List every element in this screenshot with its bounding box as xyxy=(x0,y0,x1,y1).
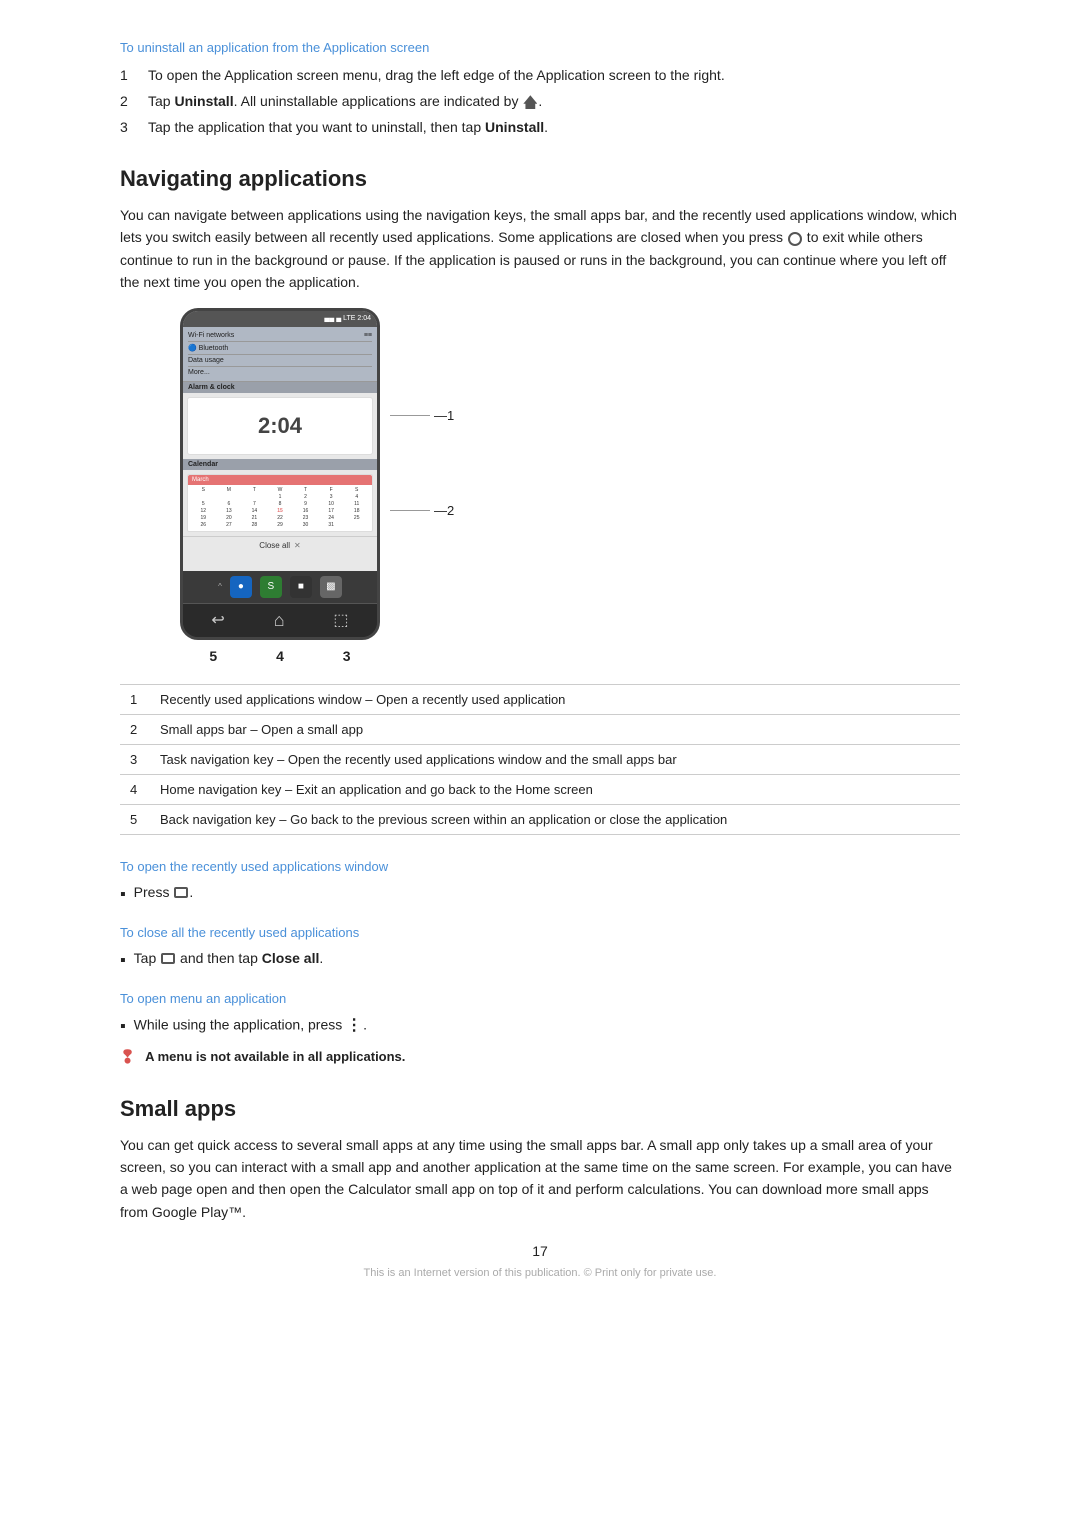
step-text-1: To open the Application screen menu, dra… xyxy=(148,65,725,86)
close-all-text-body: Tap and then tap Close all. xyxy=(134,948,324,969)
uninstall-section-link: To uninstall an application from the App… xyxy=(120,40,960,55)
settings-panel: Wi-Fi networks≡≡ 🔵 Bluetooth Data usage … xyxy=(183,327,377,382)
bullet-dot-2: ▪ xyxy=(120,949,126,973)
settings-row-data: Data usage xyxy=(188,355,372,367)
step-number-3: 3 xyxy=(120,117,138,138)
phone-numbers-row: 5 4 3 xyxy=(180,648,380,664)
close-all-bullet: ▪ Tap and then tap Close all. xyxy=(120,948,960,973)
desc-num-4: 4 xyxy=(120,774,150,804)
settings-row-wifi: Wi-Fi networks≡≡ xyxy=(188,330,372,342)
rect-icon-2 xyxy=(161,953,175,964)
phone-status-bar: ▄▄ ▄ LTE 2:04 xyxy=(183,311,377,327)
desc-text-4: Home navigation key – Exit an applicatio… xyxy=(150,774,960,804)
uninstall-step-3: 3 Tap the application that you want to u… xyxy=(120,117,960,138)
recently-used-link: To open the recently used applications w… xyxy=(120,859,960,874)
callout-area: —1 —2 xyxy=(390,408,454,518)
desc-text-1: Recently used applications window – Open… xyxy=(150,684,960,714)
step-text-3: Tap the application that you want to uni… xyxy=(148,117,548,138)
warning-icon: ❢ xyxy=(120,1047,135,1068)
small-apps-heading: Small apps xyxy=(120,1096,960,1122)
rect-icon-1 xyxy=(174,887,188,898)
callout-2: —2 xyxy=(390,503,454,518)
desc-num-1: 1 xyxy=(120,684,150,714)
phone-number-3: 3 xyxy=(343,648,351,664)
open-menu-text: While using the application, press ⋮. xyxy=(134,1014,367,1038)
navigating-body: You can navigate between applications us… xyxy=(120,204,960,294)
menu-dots-icon: ⋮ xyxy=(346,1014,363,1038)
phone-screen: ▄▄ ▄ LTE 2:04 Wi-Fi networks≡≡ 🔵 Bluetoo… xyxy=(183,311,377,571)
back-nav-icon: ↩ xyxy=(211,610,224,630)
phone-number-5: 5 xyxy=(209,648,217,664)
desc-row-3: 3 Task navigation key – Open the recentl… xyxy=(120,744,960,774)
uninstall-step-1: 1 To open the Application screen menu, d… xyxy=(120,65,960,86)
desc-row-5: 5 Back navigation key – Go back to the p… xyxy=(120,804,960,834)
recently-used-text: Press . xyxy=(134,882,194,903)
small-apps-body: You can get quick access to several smal… xyxy=(120,1134,960,1224)
home-icon xyxy=(523,95,537,109)
callout-1: —1 xyxy=(390,408,454,423)
cal-grid: SMTWTFS 1234 567891011 12131415161718 19… xyxy=(191,487,369,528)
home-nav-icon: ⌂ xyxy=(274,610,285,631)
small-app-icon-1: ● xyxy=(230,576,252,598)
phone-nav-bar: ↩ ⌂ ⬚ xyxy=(183,603,377,637)
close-x-icon: ✕ xyxy=(294,541,301,550)
desc-row-4: 4 Home navigation key – Exit an applicat… xyxy=(120,774,960,804)
settings-row-more: More... xyxy=(188,367,372,378)
desc-text-3: Task navigation key – Open the recently … xyxy=(150,744,960,774)
recently-used-bullet: ▪ Press . xyxy=(120,882,960,907)
desc-num-2: 2 xyxy=(120,714,150,744)
page-number: 17 xyxy=(120,1243,960,1259)
callout-number-1: —1 xyxy=(434,408,454,423)
open-menu-link: To open menu an application xyxy=(120,991,960,1006)
step-number-2: 2 xyxy=(120,91,138,112)
step-text-2: Tap Uninstall. All uninstallable applica… xyxy=(148,91,542,112)
callout-number-2: —2 xyxy=(434,503,454,518)
desc-text-5: Back navigation key – Go back to the pre… xyxy=(150,804,960,834)
small-app-icon-2: S xyxy=(260,576,282,598)
open-menu-bullet: ▪ While using the application, press ⋮. xyxy=(120,1014,960,1039)
step-number-1: 1 xyxy=(120,65,138,86)
desc-row-2: 2 Small apps bar – Open a small app xyxy=(120,714,960,744)
bullet-dot-3: ▪ xyxy=(120,1015,126,1039)
phone-number-4: 4 xyxy=(276,648,284,664)
desc-text-2: Small apps bar – Open a small app xyxy=(150,714,960,744)
footer-note: This is an Internet version of this publ… xyxy=(120,1267,960,1279)
clock-widget: 2:04 xyxy=(187,397,373,455)
calendar-widget: March SMTWTFS 1234 567891011 12131415161… xyxy=(187,474,373,532)
callout-line-2 xyxy=(390,510,430,511)
settings-row-bt: 🔵 Bluetooth xyxy=(188,342,372,355)
uninstall-steps-list: 1 To open the Application screen menu, d… xyxy=(120,65,960,138)
callout-line-1 xyxy=(390,415,430,416)
bullet-dot-1: ▪ xyxy=(120,883,126,907)
cal-header: March xyxy=(188,475,372,485)
clock-time: 2:04 xyxy=(258,413,302,439)
phone-calendar-title: Calendar xyxy=(183,459,377,470)
chevron-icon: ^ xyxy=(218,582,222,591)
close-all-bar: Close all ✕ xyxy=(183,536,377,554)
description-table: 1 Recently used applications window – Op… xyxy=(120,684,960,835)
desc-row-1: 1 Recently used applications window – Op… xyxy=(120,684,960,714)
small-app-icon-3: ■ xyxy=(290,576,312,598)
circle-icon xyxy=(788,232,802,246)
warning-text: A menu is not available in all applicati… xyxy=(145,1049,405,1064)
small-app-icon-4: ▩ xyxy=(320,576,342,598)
desc-num-5: 5 xyxy=(120,804,150,834)
task-nav-icon: ⬚ xyxy=(333,610,348,630)
phone-mockup: ▄▄ ▄ LTE 2:04 Wi-Fi networks≡≡ 🔵 Bluetoo… xyxy=(180,308,380,640)
uninstall-step-2: 2 Tap Uninstall. All uninstallable appli… xyxy=(120,91,960,112)
small-apps-bar: ^ ● S ■ ▩ xyxy=(183,571,377,603)
phone-section-title: Alarm & clock xyxy=(183,382,377,393)
desc-num-3: 3 xyxy=(120,744,150,774)
warning-box: ❢ A menu is not available in all applica… xyxy=(120,1049,960,1068)
close-all-link: To close all the recently used applicati… xyxy=(120,925,960,940)
navigating-heading: Navigating applications xyxy=(120,166,960,192)
close-all-text: Close all xyxy=(259,541,290,550)
